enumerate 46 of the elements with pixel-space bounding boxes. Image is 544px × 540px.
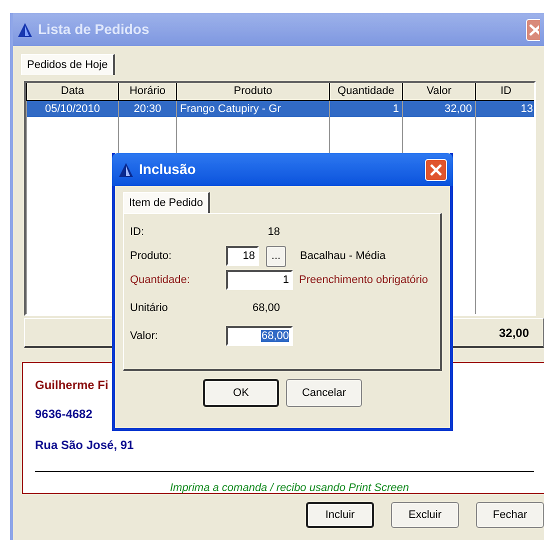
close-button[interactable] [526, 18, 540, 40]
field-label: Valor: [130, 328, 159, 344]
field-label: Unitário [130, 300, 169, 316]
tab[interactable]: Item de Pedido [123, 192, 210, 213]
window-title: Lista de Pedidos [38, 20, 150, 39]
tab[interactable]: Pedidos de Hoje [21, 54, 115, 75]
triangle-icon [118, 162, 134, 178]
table-cell: Frango Catupiry - Gr [176, 100, 330, 117]
column-header[interactable]: ID [476, 83, 534, 100]
browse-button[interactable]: ... [266, 246, 286, 266]
triangle-icon [17, 22, 33, 38]
button[interactable]: Fechar [476, 502, 544, 528]
product-name: Bacalhau - Média [300, 248, 386, 264]
table-row[interactable]: 05/10/2010 20:30 Frango Catupiry - Gr 1 32,00 13 [26, 100, 534, 117]
column-header[interactable]: Horário [118, 83, 176, 100]
input-field[interactable]: 1 [226, 270, 293, 290]
button[interactable]: Incluir [306, 502, 374, 528]
field-label: Quantidade: [130, 272, 191, 288]
field-label: Produto: [130, 248, 173, 264]
button[interactable]: Excluir [391, 502, 459, 528]
table-cell: 05/10/2010 [26, 100, 118, 117]
input-field[interactable]: 18 [226, 246, 259, 266]
customer-name: Guilherme Fi [35, 377, 108, 394]
column-header[interactable]: Data [26, 83, 118, 100]
field-value: 18 [266, 224, 280, 240]
dialog-title: Inclusão [139, 160, 196, 179]
customer-address: Rua São José, 91 [35, 437, 134, 454]
input-field[interactable]: 68,00 [226, 326, 293, 346]
table-cell: 32,00 [402, 100, 476, 117]
close-icon [429, 162, 443, 176]
field-label: ID: [130, 224, 146, 240]
close-button[interactable] [425, 158, 447, 180]
close-icon [527, 22, 539, 36]
column-header[interactable]: Quantidade [330, 83, 402, 100]
total-value: 32,00 [498, 324, 529, 342]
customer-phone: 9636-4682 [35, 406, 92, 423]
button[interactable]: Cancelar [286, 379, 362, 407]
button[interactable]: OK [203, 379, 279, 407]
column-header[interactable]: Valor [402, 83, 476, 100]
table-cell: 13 [476, 100, 534, 117]
field-value: 68,00 [251, 300, 280, 316]
column-header[interactable]: Produto [176, 83, 330, 100]
validation-message: Preenchimento obrigatório [299, 272, 428, 288]
table-cell: 1 [330, 100, 402, 117]
print-note: Imprima a comanda / recibo usando Print Screen [170, 481, 410, 496]
table-cell: 20:30 [118, 100, 176, 117]
